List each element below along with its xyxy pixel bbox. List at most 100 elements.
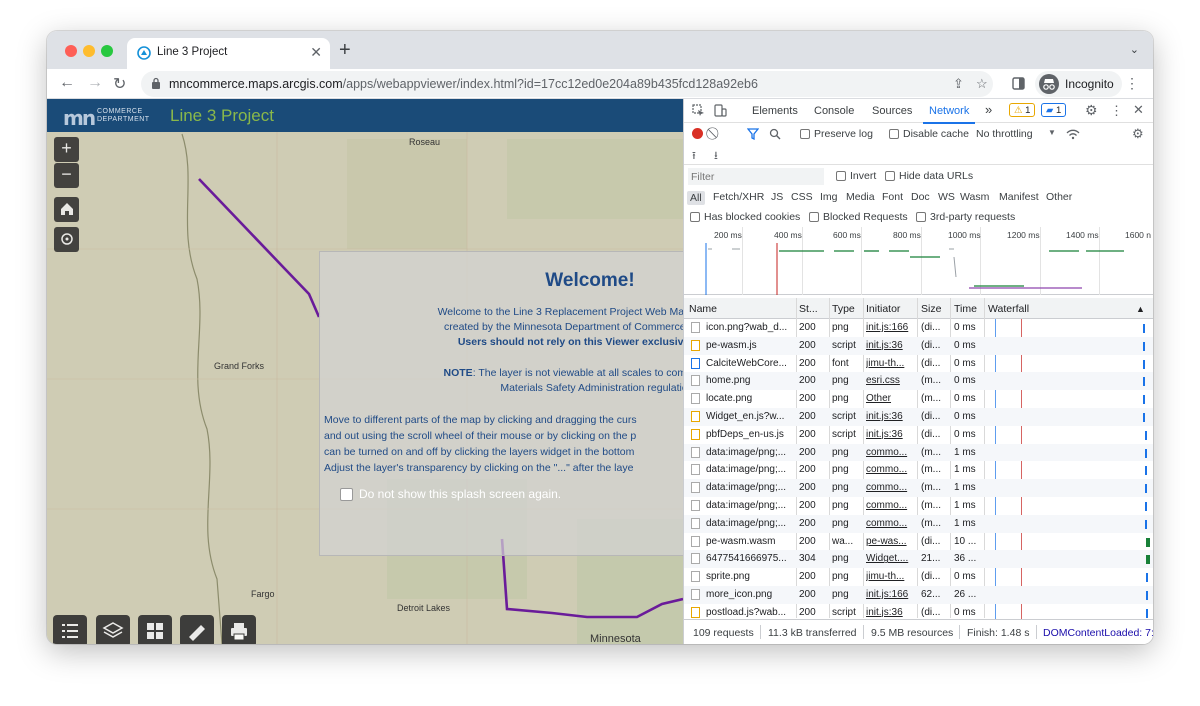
lock-icon[interactable] xyxy=(151,77,161,89)
messages-badge[interactable]: ▰ 1 xyxy=(1041,103,1067,117)
filter-type-manifest[interactable]: Manifest xyxy=(999,191,1039,203)
invert-checkbox[interactable]: Invert xyxy=(836,170,876,182)
network-settings-gear-icon[interactable]: ⚙ xyxy=(1132,126,1144,142)
side-panel-icon[interactable] xyxy=(1012,77,1025,90)
request-name[interactable]: more_icon.png xyxy=(706,589,794,600)
splash-checkbox-box[interactable] xyxy=(340,487,353,501)
col-status[interactable]: St... xyxy=(799,303,818,315)
request-name[interactable]: data:image/png;... xyxy=(706,518,794,529)
warnings-badge[interactable]: ⚠ 1 xyxy=(1009,103,1036,117)
request-initiator[interactable]: commo... xyxy=(866,482,914,493)
tab-network[interactable]: Network xyxy=(922,105,976,124)
filter-type-media[interactable]: Media xyxy=(846,191,875,203)
filter-type-other[interactable]: Other xyxy=(1046,191,1072,203)
close-window-button[interactable] xyxy=(65,45,77,57)
print-button[interactable] xyxy=(222,615,256,644)
request-name[interactable]: data:image/png;... xyxy=(706,500,794,511)
col-size[interactable]: Size xyxy=(921,303,941,315)
filter-icon[interactable] xyxy=(747,128,759,140)
record-icon[interactable] xyxy=(692,128,703,139)
share-icon[interactable]: ⇪ xyxy=(953,76,964,92)
request-name[interactable]: Widget_en.js?w... xyxy=(706,411,794,422)
request-name[interactable]: locate.png xyxy=(706,393,794,404)
disable-cache-checkbox[interactable]: Disable cache xyxy=(889,128,969,140)
col-waterfall[interactable]: Waterfall xyxy=(988,303,1029,315)
zoom-out-button[interactable]: − xyxy=(54,163,79,188)
table-row[interactable]: pe-wasm.wasm 200 wa... pe-was... (di... 10 ..… xyxy=(684,533,1153,551)
request-initiator[interactable]: esri.css xyxy=(866,375,914,386)
locate-button[interactable] xyxy=(54,227,79,252)
request-name[interactable]: 6477541666975... xyxy=(706,553,794,564)
import-har-icon[interactable]: ⭱ xyxy=(692,147,696,166)
throttling-select[interactable]: No throttling xyxy=(976,128,1033,140)
request-name[interactable]: pbfDeps_en-us.js xyxy=(706,429,794,440)
request-initiator[interactable]: Other xyxy=(866,393,914,404)
filter-type-doc[interactable]: Doc xyxy=(911,191,930,203)
request-name[interactable]: icon.png?wab_d... xyxy=(706,322,794,333)
sort-ascending-icon[interactable]: ▲ xyxy=(1136,304,1145,314)
devtools-menu-icon[interactable]: ⋮ xyxy=(1110,103,1123,119)
request-name[interactable]: data:image/png;... xyxy=(706,464,794,475)
table-row[interactable]: 6477541666975... 304 png Widget.... 21... 36 … xyxy=(684,550,1153,569)
filter-type-ws[interactable]: WS xyxy=(938,191,955,203)
filter-type-css[interactable]: CSS xyxy=(791,191,813,203)
close-devtools-icon[interactable]: ✕ xyxy=(1133,102,1144,118)
request-initiator[interactable]: init.js:36 xyxy=(866,607,914,618)
third-party-requests-checkbox[interactable]: 3rd-party requests xyxy=(916,211,1015,223)
request-name[interactable]: postload.js?wab... xyxy=(706,607,794,618)
request-name[interactable]: home.png xyxy=(706,375,794,386)
request-name[interactable]: pe-wasm.js xyxy=(706,340,794,351)
col-time[interactable]: Time xyxy=(954,303,977,315)
incognito-profile-button[interactable]: Incognito xyxy=(1035,71,1122,97)
col-initiator[interactable]: Initiator xyxy=(866,303,900,315)
request-name[interactable]: CalciteWebCore... xyxy=(706,358,794,369)
tab-console[interactable]: Console xyxy=(814,105,854,117)
zoom-in-button[interactable]: + xyxy=(54,137,79,162)
tab-sources[interactable]: Sources xyxy=(872,105,912,117)
export-har-icon[interactable]: ⭳ xyxy=(714,147,718,166)
settings-gear-icon[interactable]: ⚙ xyxy=(1085,102,1098,119)
back-arrow-icon[interactable]: ← xyxy=(59,74,75,92)
search-icon[interactable] xyxy=(769,128,781,140)
request-name[interactable]: data:image/png;... xyxy=(706,482,794,493)
network-conditions-icon[interactable] xyxy=(1066,128,1080,140)
home-button[interactable] xyxy=(54,197,79,222)
browser-menu-icon[interactable]: ⋮ xyxy=(1125,75,1139,92)
request-initiator[interactable]: commo... xyxy=(866,464,914,475)
measure-button[interactable] xyxy=(180,615,214,644)
filter-type-all[interactable]: All xyxy=(687,191,705,205)
throttling-dropdown-icon[interactable]: ▼ xyxy=(1048,128,1056,137)
inspect-element-icon[interactable] xyxy=(692,104,705,117)
map-app[interactable]: Roseau Grand Forks Fargo Detroit Lakes M… xyxy=(47,99,683,644)
table-row[interactable]: home.png 200 png esri.css (m... 0 ms xyxy=(684,372,1153,391)
table-row[interactable]: sprite.png 200 png jimu-th... (di... 0 ms xyxy=(684,568,1153,586)
table-row[interactable]: data:image/png;... 200 png commo... (m... 1 m… xyxy=(684,514,1153,533)
table-row[interactable]: data:image/png;... 200 png commo... (m... 1 m… xyxy=(684,479,1153,497)
splash-dont-show-checkbox[interactable]: Do not show this splash screen again. xyxy=(340,487,561,501)
table-row[interactable]: pe-wasm.js 200 script init.js:36 (di... 0 ms xyxy=(684,336,1153,355)
request-initiator[interactable]: pe-was... xyxy=(866,536,914,547)
hide-data-urls-checkbox[interactable]: Hide data URLs xyxy=(885,170,973,182)
table-row[interactable]: CalciteWebCore... 200 font jimu-th... (di...… xyxy=(684,355,1153,373)
request-initiator[interactable]: init.js:166 xyxy=(866,322,914,333)
table-row[interactable]: icon.png?wab_d... 200 png init.js:166 (di...… xyxy=(684,319,1153,337)
filter-type-img[interactable]: Img xyxy=(820,191,838,203)
col-name[interactable]: Name xyxy=(689,303,717,315)
filter-type-font[interactable]: Font xyxy=(882,191,903,203)
blocked-requests-checkbox[interactable]: Blocked Requests xyxy=(809,211,908,223)
table-row[interactable]: data:image/png;... 200 png commo... (m... 1 m… xyxy=(684,443,1153,462)
request-initiator[interactable]: commo... xyxy=(866,500,914,511)
basemap-gallery-button[interactable] xyxy=(138,615,172,644)
browser-tab[interactable]: Line 3 Project ✕ xyxy=(127,38,330,69)
table-row[interactable]: data:image/png;... 200 png commo... (m... 1 m… xyxy=(684,461,1153,479)
filter-input[interactable] xyxy=(688,168,824,185)
tab-close-icon[interactable]: ✕ xyxy=(310,44,322,61)
tab-search-chevron-icon[interactable]: ⌄ xyxy=(1130,43,1139,56)
request-name[interactable]: sprite.png xyxy=(706,571,794,582)
table-row[interactable]: locate.png 200 png Other (m... 0 ms xyxy=(684,390,1153,408)
request-initiator[interactable]: jimu-th... xyxy=(866,358,914,369)
reload-icon[interactable]: ↻ xyxy=(113,74,126,94)
network-overview-timeline[interactable]: 200 ms 400 ms 600 ms 800 ms 1000 ms 1200… xyxy=(684,227,1153,295)
table-row[interactable]: more_icon.png 200 png init.js:166 62... 26 ..… xyxy=(684,586,1153,604)
filter-type-fetch-xhr[interactable]: Fetch/XHR xyxy=(713,191,764,203)
